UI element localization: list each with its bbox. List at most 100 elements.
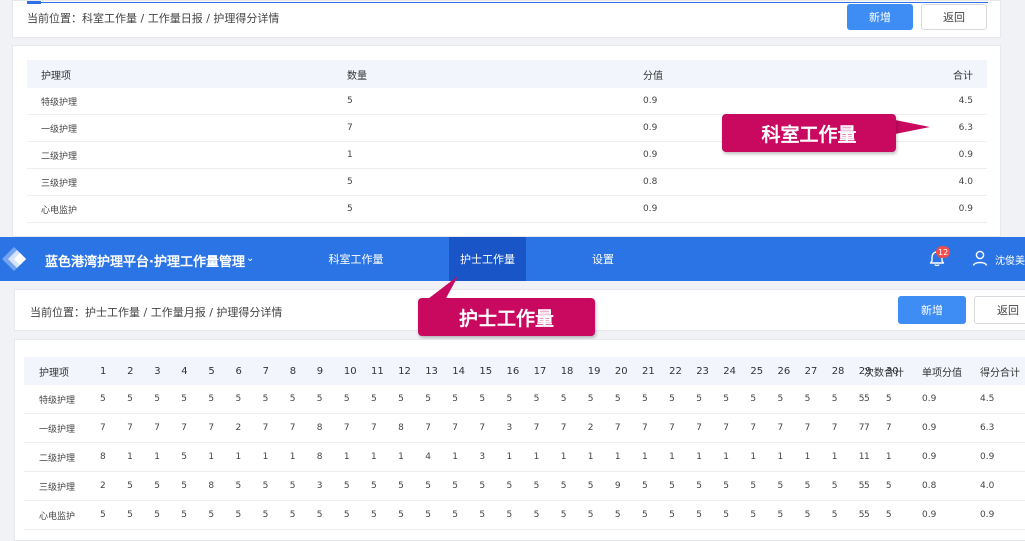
col-header-item: 护理项 <box>39 367 69 379</box>
cell-day-count: 7 <box>262 423 269 433</box>
cell-summary: 0.9 <box>922 510 937 520</box>
cell-day-count: 5 <box>642 510 648 520</box>
cell-day-count: 7 <box>289 423 296 433</box>
col-header-total: 合计 <box>953 70 973 82</box>
col-header-day: 16 <box>506 365 520 377</box>
col-header-day: 15 <box>479 365 493 377</box>
cell-day-count: 5 <box>804 481 811 491</box>
cell-day-count: 3 <box>506 423 513 433</box>
cell-day-count: 1 <box>506 452 513 462</box>
cell-day-count: 2 <box>100 481 106 491</box>
cell-day-count: 1 <box>587 452 594 462</box>
cell-day-count: 1 <box>777 452 784 462</box>
cell-day-count: 5 <box>452 510 459 520</box>
cell-item: 一级护理 <box>39 424 76 435</box>
cell-day-count: 5 <box>154 481 160 491</box>
col-header-day: 1 <box>100 365 107 377</box>
cell-day-count: 5 <box>533 394 540 404</box>
cell-day-count: 5 <box>777 394 784 404</box>
cell-day-count: 7 <box>831 423 838 433</box>
cell-day-count: 5 <box>208 510 215 520</box>
table-row: 一级护理 7 7 7 7 7 2 7 7 8 7 7 8 7 7 7 3 7 7 2 7 7 7 7 7 7 7 7 7 7 7 7 0.9 6.… <box>24 414 1025 443</box>
cell-day-count: 5 <box>398 394 404 404</box>
cell-day-count: 5 <box>181 481 188 491</box>
cell-day-count: 1 <box>750 452 757 462</box>
col-header-day: 28 <box>831 365 845 377</box>
cell-day-count: 5 <box>371 481 377 491</box>
col-header-day: 7 <box>262 365 269 377</box>
cell-day-count: 1 <box>533 452 540 462</box>
cell-day-count: 5 <box>181 452 188 462</box>
cell-day-count: 7 <box>127 423 133 433</box>
cell-day-count: 5 <box>750 394 757 404</box>
cell-day-count: 5 <box>587 510 594 520</box>
cell-day-count: 5 <box>750 481 757 491</box>
cell-day-count: 5 <box>831 481 838 491</box>
cell-day-count: 1 <box>831 452 838 462</box>
cell-score: 0.9 <box>643 204 658 214</box>
user-icon[interactable] <box>971 249 989 267</box>
cell-day-count: 7 <box>100 423 106 433</box>
table-row: 心电监护 5 0.9 0.9 <box>27 196 987 223</box>
cell-day-count: 8 <box>100 452 106 462</box>
cell-summary: 1 <box>864 452 870 462</box>
cell-summary: 5 <box>864 481 870 491</box>
cell-day-count: 1 <box>560 452 567 462</box>
cell-day-count: 5 <box>235 394 242 404</box>
top-breadcrumb: 当前位置：科室工作量 / 工作量日报 / 护理得分详情 <box>27 12 280 25</box>
cell-day-count: 5 <box>425 481 431 491</box>
cell-day-count: 5 <box>533 510 540 520</box>
cell-summary: 0.9 <box>980 510 995 520</box>
cell-day-count: 5 <box>425 510 431 520</box>
cell-total: 4.0 <box>958 177 973 187</box>
cell-count: 5 <box>347 204 353 214</box>
col-header-day: 13 <box>425 365 438 377</box>
cell-day-count: 5 <box>289 510 296 520</box>
col-header-count: 数量 <box>347 70 367 82</box>
cell-day-count: 5 <box>506 510 513 520</box>
cell-day-count: 5 <box>560 510 567 520</box>
cell-day-count: 7 <box>804 423 811 433</box>
cell-day-count: 7 <box>343 423 350 433</box>
cell-day-count: 1 <box>696 452 702 462</box>
notification-badge: 12 <box>936 246 951 258</box>
cell-count: 5 <box>347 177 353 187</box>
cell-day-count: 5 <box>885 481 892 491</box>
cell-day-count: 5 <box>669 394 675 404</box>
cell-item: 特级护理 <box>41 97 78 108</box>
col-header-day: 3 <box>154 365 161 377</box>
cell-day-count: 1 <box>235 452 242 462</box>
cell-total: 6.3 <box>958 123 973 133</box>
col-header-day: 8 <box>289 365 297 377</box>
lower-back-button[interactable]: 返回 <box>974 296 1025 324</box>
cell-day-count: 1 <box>723 452 730 462</box>
user-name[interactable]: 沈俊美 <box>995 252 1025 267</box>
chevron-down-icon[interactable]: ⌄ <box>246 253 254 264</box>
cell-day-count: 5 <box>614 394 621 404</box>
cell-summary: 5 <box>864 510 870 520</box>
cell-day-count: 7 <box>452 423 459 433</box>
nav-item-nurse-workload[interactable]: 护士工作量 <box>449 237 526 281</box>
col-header-day: 26 <box>777 365 791 377</box>
cell-count: 5 <box>347 96 353 106</box>
cell-day-count: 7 <box>208 423 215 433</box>
cell-item: 一级护理 <box>41 124 78 135</box>
cell-day-count: 5 <box>343 481 350 491</box>
cell-total: 0.9 <box>958 204 973 214</box>
nav-item-dept-workload[interactable]: 科室工作量 <box>311 237 401 281</box>
cell-day-count: 7 <box>181 423 188 433</box>
col-header-day: 17 <box>533 365 547 377</box>
cell-day-count: 5 <box>371 394 377 404</box>
col-header-summary: 得分合计 <box>980 367 1020 379</box>
top-add-button[interactable]: 新增 <box>847 4 913 30</box>
lower-add-button[interactable]: 新增 <box>898 296 966 324</box>
dept-table-header: 护理项 数量 分值 合计 <box>27 60 987 88</box>
lower-breadcrumb: 当前位置：护士工作量 / 工作量月报 / 护理得分详情 <box>30 306 283 319</box>
cell-day-count: 5 <box>696 481 702 491</box>
cell-day-count: 5 <box>506 394 513 404</box>
cell-day-count: 5 <box>100 394 106 404</box>
top-tab-underline <box>41 2 988 3</box>
nav-item-settings[interactable]: 设置 <box>575 237 631 281</box>
cell-day-count: 5 <box>452 481 459 491</box>
top-back-button[interactable]: 返回 <box>921 4 987 30</box>
